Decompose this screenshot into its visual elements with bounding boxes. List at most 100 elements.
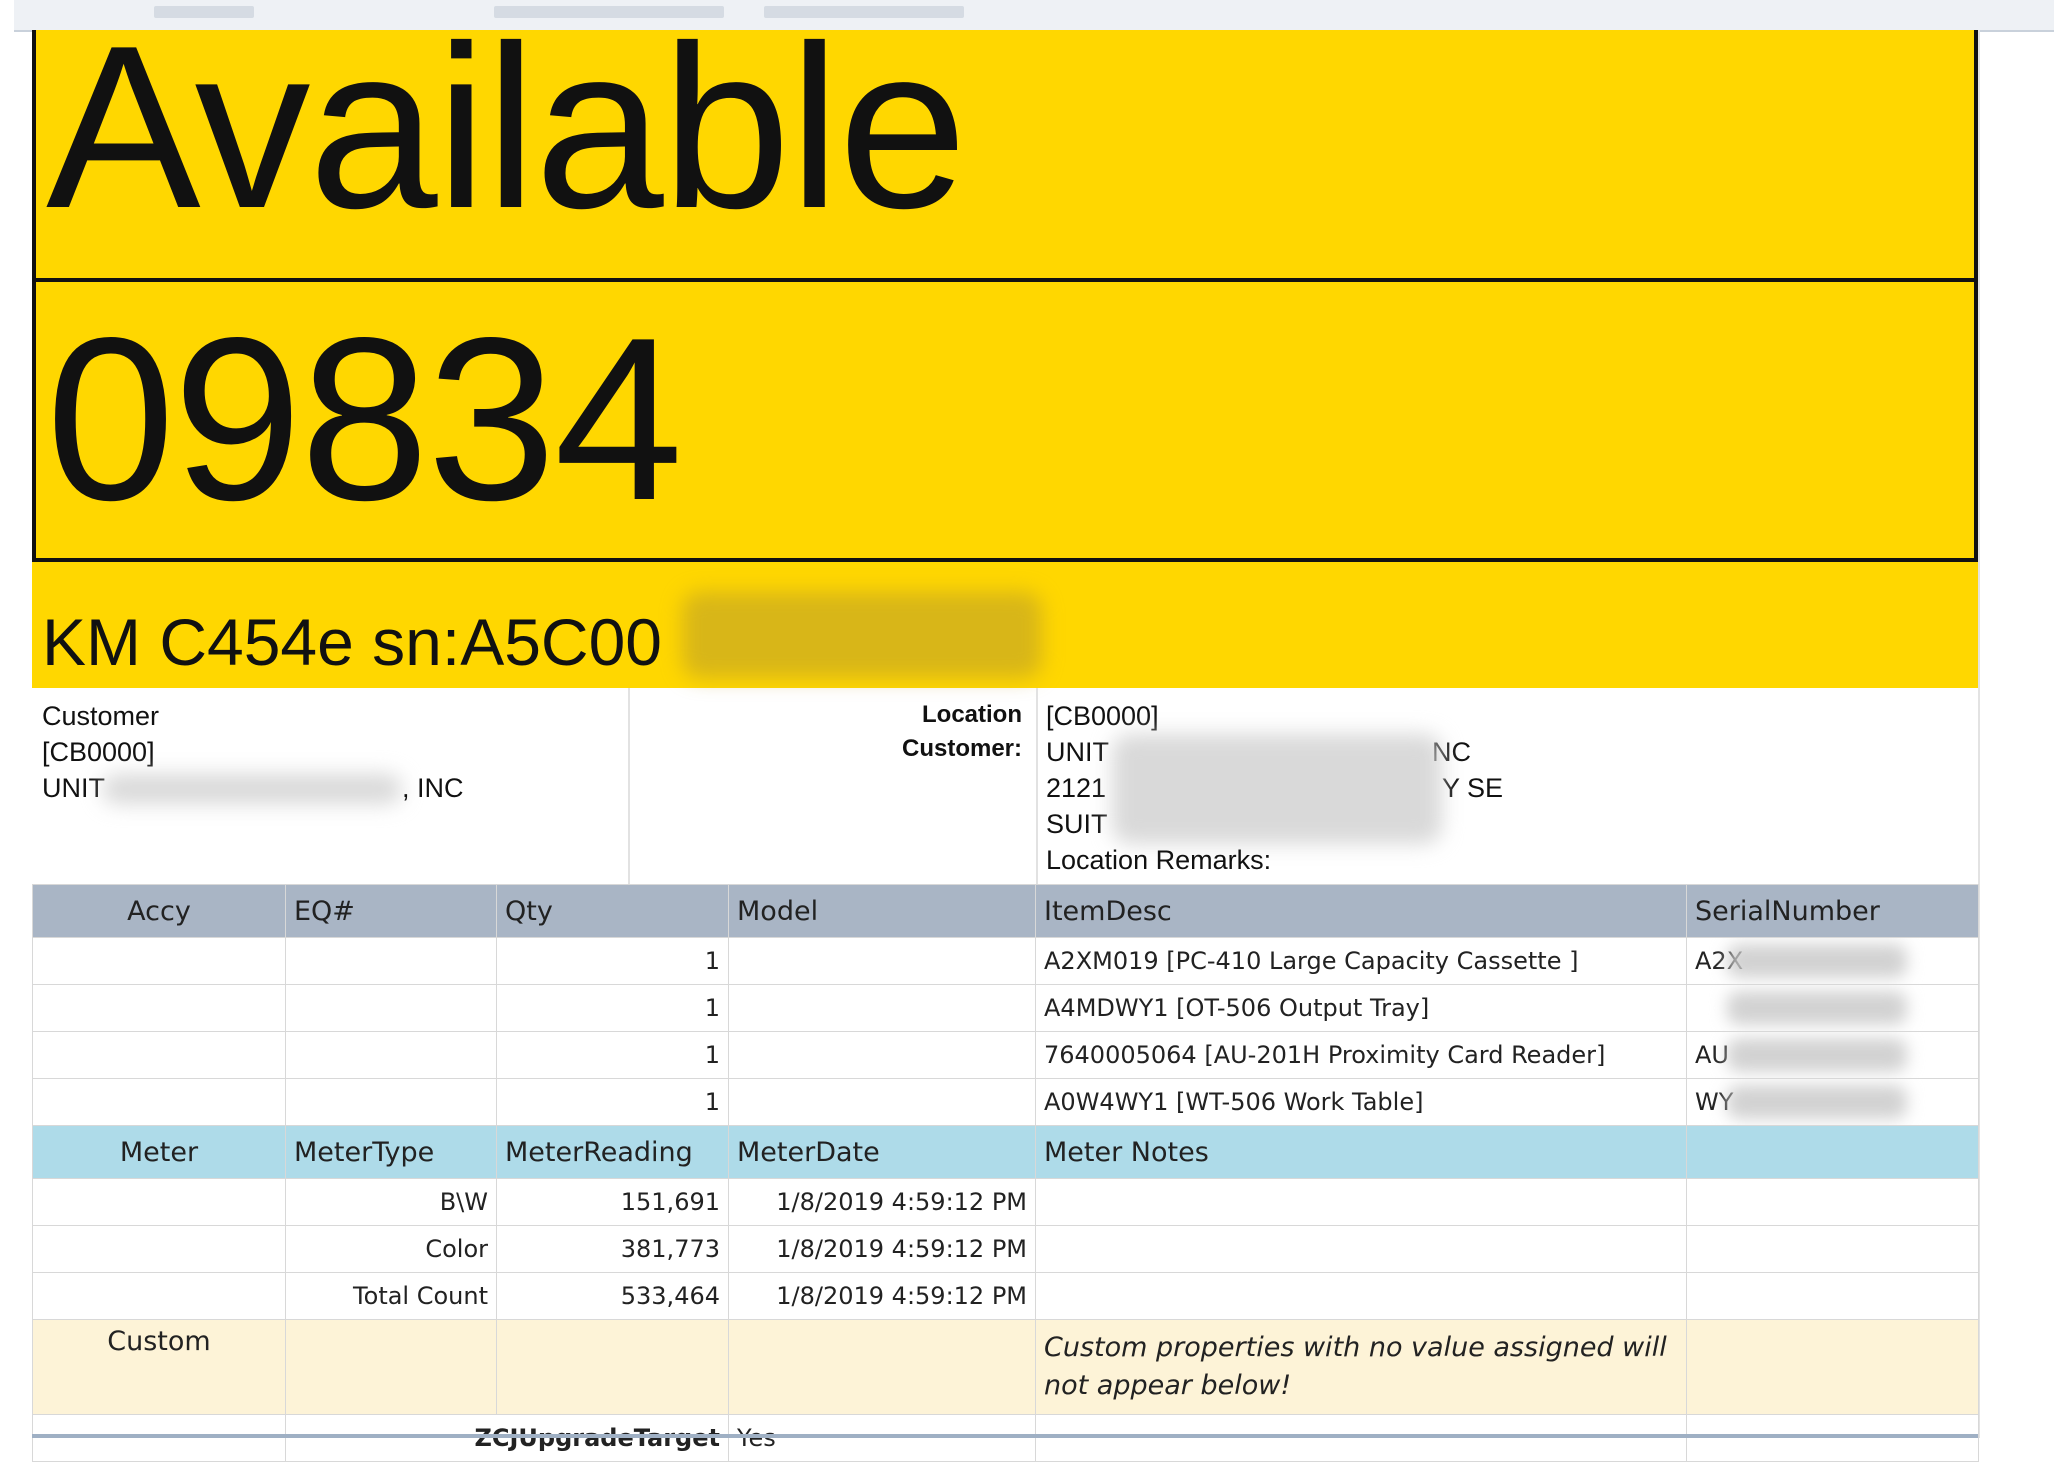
meter-type: Total Count (285, 1272, 497, 1320)
serial-cell: A2X (1686, 937, 1979, 985)
custom-property-row: ZCJUpgradeTarget Yes (32, 1414, 1979, 1462)
accessory-row: 1 7640005064 [AU-201H Proximity Card Rea… (32, 1031, 1979, 1079)
custom-empty (1686, 1319, 1979, 1415)
accessory-row: 1 A0W4WY1 [WT-506 Work Table] WY (32, 1078, 1979, 1126)
col-header-itemdesc: ItemDesc (1035, 884, 1687, 938)
eq-cell (285, 937, 497, 985)
model-banner: KM C454e sn:A5C00 (32, 562, 1978, 688)
qty-cell: 1 (496, 984, 729, 1032)
meter-header-row: Meter MeterType MeterReading MeterDate M… (32, 1125, 1979, 1179)
meter-date: 1/8/2019 4:59:12 PM (728, 1225, 1036, 1273)
custom-note: Custom properties with no value assigned… (1035, 1319, 1687, 1415)
custom-empty (496, 1319, 729, 1415)
location-code: [CB0000] (1046, 701, 1159, 731)
accessory-header-row: Accy EQ# Qty Model ItemDesc SerialNumber (32, 884, 1979, 938)
redaction-blur (682, 592, 1042, 678)
location-address-start: 2121 (1046, 773, 1107, 803)
info-divider (1036, 688, 1038, 884)
meter-row: Total Count 533,464 1/8/2019 4:59:12 PM (32, 1272, 1979, 1320)
meter-extra (1686, 1272, 1979, 1320)
col-header-meternotes: Meter Notes (1035, 1125, 1687, 1179)
eq-cell (285, 1078, 497, 1126)
customer-info: Customer [CB0000] UNIT , INC Location Cu… (32, 688, 1978, 885)
meter-cell (32, 1225, 286, 1273)
col-header-meterreading: MeterReading (496, 1125, 729, 1179)
unit-number-banner: 09834 (32, 282, 1978, 562)
customer-name-end: , INC (402, 773, 464, 803)
custom-empty (285, 1319, 497, 1415)
qty-cell: 1 (496, 937, 729, 985)
col-header-accy: Accy (32, 884, 286, 938)
col-header-custom: Custom (32, 1319, 286, 1415)
qty-cell: 1 (496, 1078, 729, 1126)
eq-cell (285, 1031, 497, 1079)
itemdesc-cell: A2XM019 [PC-410 Large Capacity Cassette … (1035, 937, 1687, 985)
meter-extra (1686, 1225, 1979, 1273)
equipment-ticket: Available 09834 KM C454e sn:A5C00 Custom… (32, 12, 1980, 1462)
meter-notes (1035, 1178, 1687, 1226)
accy-cell (32, 984, 286, 1032)
custom-cell (1686, 1414, 1979, 1462)
redaction-blur (1727, 1038, 1907, 1072)
location-label: Location (922, 701, 1022, 728)
customer-label: Customer (42, 701, 160, 731)
redaction-blur (102, 774, 402, 804)
redaction-blur (1727, 944, 1907, 978)
eq-cell (285, 984, 497, 1032)
redaction-blur (1727, 991, 1907, 1025)
meter-notes (1035, 1272, 1687, 1320)
model-cell (728, 1078, 1036, 1126)
col-header-meter: Meter (32, 1125, 286, 1179)
location-name-start: UNIT (1046, 737, 1109, 767)
meter-type: Color (285, 1225, 497, 1273)
accessory-row: 1 A4MDWY1 [OT-506 Output Tray] (32, 984, 1979, 1032)
serial-cell: AU (1686, 1031, 1979, 1079)
bottom-border (32, 1434, 1978, 1438)
model-cell (728, 1031, 1036, 1079)
meter-cell (32, 1178, 286, 1226)
accy-cell (32, 1078, 286, 1126)
equipment-grid: Accy EQ# Qty Model ItemDesc SerialNumber… (32, 884, 1979, 1462)
col-header-metertype: MeterType (285, 1125, 497, 1179)
accy-cell (32, 937, 286, 985)
col-header-serial: SerialNumber (1686, 884, 1979, 938)
location-suite: SUIT (1046, 809, 1108, 839)
accessory-row: 1 A2XM019 [PC-410 Large Capacity Cassett… (32, 937, 1979, 985)
meter-reading: 151,691 (496, 1178, 729, 1226)
customer-name-start: UNIT (42, 773, 105, 803)
custom-cell (1035, 1414, 1687, 1462)
custom-cell (32, 1414, 286, 1462)
custom-header-row: Custom Custom properties with no value a… (32, 1319, 1979, 1415)
qty-cell: 1 (496, 1031, 729, 1079)
accy-cell (32, 1031, 286, 1079)
meter-notes (1035, 1225, 1687, 1273)
meter-type: B\W (285, 1178, 497, 1226)
location-remarks-label: Location Remarks: (1046, 845, 1272, 875)
col-header-empty (1686, 1125, 1979, 1179)
info-divider (628, 688, 630, 884)
meter-reading: 533,464 (496, 1272, 729, 1320)
custom-empty (728, 1319, 1036, 1415)
status-text: Available (46, 0, 967, 257)
itemdesc-cell: A0W4WY1 [WT-506 Work Table] (1035, 1078, 1687, 1126)
itemdesc-cell: 7640005064 [AU-201H Proximity Card Reade… (1035, 1031, 1687, 1079)
meter-date: 1/8/2019 4:59:12 PM (728, 1272, 1036, 1320)
redaction-blur (1112, 734, 1442, 844)
meter-cell (32, 1272, 286, 1320)
custom-property-name: ZCJUpgradeTarget (285, 1414, 729, 1462)
col-header-model: Model (728, 884, 1036, 938)
model-serial: KM C454e sn:A5C00 (42, 605, 663, 679)
location-address-end: Y SE (1442, 773, 1504, 803)
status-banner: Available (32, 12, 1978, 282)
itemdesc-cell: A4MDWY1 [OT-506 Output Tray] (1035, 984, 1687, 1032)
meter-date: 1/8/2019 4:59:12 PM (728, 1178, 1036, 1226)
unit-number: 09834 (46, 290, 683, 549)
model-cell (728, 984, 1036, 1032)
location-customer-label: Customer: (901, 735, 1022, 762)
custom-property-value: Yes (728, 1414, 1036, 1462)
meter-row: B\W 151,691 1/8/2019 4:59:12 PM (32, 1178, 1979, 1226)
col-header-qty: Qty (496, 884, 729, 938)
model-cell (728, 937, 1036, 985)
serial-cell: WY (1686, 1078, 1979, 1126)
redaction-blur (1727, 1085, 1907, 1119)
